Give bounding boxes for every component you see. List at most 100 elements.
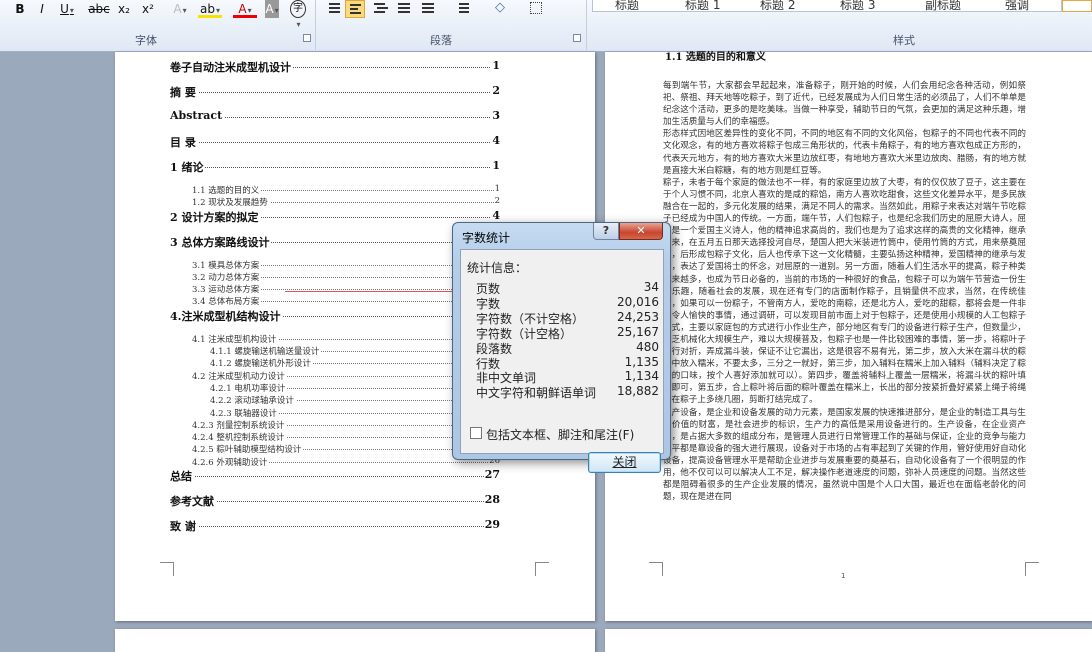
toc-entry[interactable]: 4.2.2 滚动球轴承设计15 xyxy=(170,394,500,407)
align-right-button[interactable] xyxy=(370,0,390,18)
toc-entry-text: 4.2.1 电机功率设计 xyxy=(210,381,288,394)
toc-entry[interactable]: 4.2.3 剂量控制系统设计18 xyxy=(170,418,500,431)
toc-entry[interactable]: 4.2.5 粽叶辅助模型结构设计24 xyxy=(170,443,500,456)
toc-entry-text: 参考文献 xyxy=(170,493,216,510)
style-item[interactable]: 标题 xyxy=(615,0,639,12)
highlight-button[interactable]: ab xyxy=(198,0,222,18)
style-item[interactable]: 标题 3 xyxy=(840,0,875,12)
ribbon-separator xyxy=(315,0,316,50)
toc-entry[interactable]: 1.1 选题的目的义 1 xyxy=(170,184,500,196)
stat-row: 页数 34 xyxy=(476,280,665,296)
body-paragraph: 生产设备，是企业和设备发展的动力元素，是国家发展的快速推进部分，是企业的制造工具… xyxy=(663,407,1026,503)
toc-entry[interactable]: 致 谢 29 xyxy=(170,518,500,543)
underline-button[interactable]: U xyxy=(55,0,79,18)
toc-entry-text: 4.2.6 外观辅助设计 xyxy=(192,455,270,468)
style-item[interactable]: 标题 2 xyxy=(760,0,795,12)
dialog-title: 字数统计 xyxy=(462,231,511,245)
toc-entry[interactable]: 4.1.1 螺旋输送机输送量设计8 xyxy=(170,345,500,358)
body-paragraph: 粽子，未者于每个家庭的做法也不一样，有的家庭里边放了大枣，有的仅仅放了豆子，这主… xyxy=(663,177,1026,406)
help-button[interactable]: ? xyxy=(593,223,619,240)
stat-value: 480 xyxy=(636,339,659,354)
page-right-next[interactable] xyxy=(605,629,1092,652)
toc-entry[interactable]: 卷子自动注米成型机设计 1 xyxy=(170,59,500,84)
toc-entry[interactable]: 4.2 注米成型机动力设计12 xyxy=(170,369,500,382)
toc-entry[interactable]: 3 总体方案路线设计4 xyxy=(170,233,500,259)
toc-entry-page: 4 xyxy=(491,134,500,147)
distributed-button[interactable] xyxy=(418,0,438,18)
borders-button[interactable] xyxy=(527,0,549,18)
section-heading: 1.1 选题的目的和意义 xyxy=(665,52,766,63)
style-item[interactable]: 副标题 xyxy=(925,0,961,12)
toc-entry[interactable]: 目 录 4 xyxy=(170,134,500,159)
toc-entry-text: 4.注米成型机结构设计 xyxy=(170,307,283,324)
toc-entry[interactable]: 4.1.2 螺旋输送机外形设计10 xyxy=(170,357,500,370)
styles-gallery[interactable] xyxy=(592,0,1062,12)
enclose-char-button[interactable]: 字 xyxy=(290,0,306,18)
toc-entry-text: 1.2 现状及发展趋势 xyxy=(192,196,270,209)
toc-entry-page: 3 xyxy=(491,109,500,122)
toc-entry[interactable]: 4.2.1 电机功率设计13 xyxy=(170,381,500,394)
toc-leader xyxy=(170,476,500,478)
toc-entry[interactable]: 3.1 模具总体方案4 xyxy=(170,258,500,271)
toc-entry[interactable]: 摘 要 2 xyxy=(170,84,500,109)
toc-entry[interactable]: Abstract 3 xyxy=(170,109,500,134)
justify-button[interactable] xyxy=(394,0,414,18)
toc-entry-page: 1 xyxy=(491,59,500,72)
toc-entry[interactable]: 参考文献 28 xyxy=(170,493,500,518)
style-item[interactable]: 强调 xyxy=(1005,0,1029,12)
line-spacing-button[interactable] xyxy=(452,0,472,18)
strikethrough-button[interactable]: abc xyxy=(87,0,111,18)
toc-entry[interactable]: 1 绪论 1 xyxy=(170,159,500,184)
toc-entry[interactable]: 3.4 总体布局方案5 xyxy=(170,295,500,308)
toc-entry-text: 4.2.3 剂量控制系统设计 xyxy=(192,418,287,431)
page-left-next[interactable] xyxy=(115,629,595,652)
align-justify-small-button[interactable] xyxy=(325,0,345,18)
include-textboxes-label[interactable]: 包括文本框、脚注和尾注(F) xyxy=(486,426,634,443)
paint-bucket-icon: ◇ xyxy=(495,0,505,15)
toc-entry-text: 3 总体方案路线设计 xyxy=(170,233,272,250)
toc-entry[interactable]: 3.3 运动总体方案4 xyxy=(170,283,500,296)
bold-button[interactable]: B xyxy=(8,0,32,18)
toc-entry[interactable]: 4.2.3 联轴器设计16 xyxy=(170,406,500,419)
stat-value: 1,135 xyxy=(624,354,659,369)
stat-row: 段落数 480 xyxy=(476,339,665,356)
char-shading-button[interactable]: A xyxy=(265,0,279,18)
font-color-button[interactable]: A xyxy=(233,0,257,18)
toc-entry[interactable]: 3.2 动力总体方案4 xyxy=(170,270,500,283)
toc-entry-page: 29 xyxy=(483,518,500,532)
toc-entry-page: 2 xyxy=(493,196,500,207)
style-item[interactable]: 标题 1 xyxy=(685,0,720,12)
align-left-button[interactable] xyxy=(345,0,365,18)
close-icon[interactable]: ✕ xyxy=(619,223,663,240)
subscript-button[interactable]: x₂ xyxy=(112,0,136,18)
styles-more-button[interactable] xyxy=(1062,0,1092,12)
toc-entry-text: 3.2 动力总体方案 xyxy=(192,270,262,283)
toc-entry-text: 3.1 模具总体方案 xyxy=(192,258,262,271)
paragraph-group-label: 段落 xyxy=(430,34,452,47)
paragraph-dialog-launcher[interactable] xyxy=(573,34,581,42)
toc-entry-text: 4.2.3 联轴器设计 xyxy=(210,406,279,419)
close-button[interactable]: 关闭 xyxy=(588,452,661,473)
superscript-button[interactable]: x² xyxy=(136,0,160,18)
include-textboxes-checkbox[interactable] xyxy=(470,427,482,439)
toc-entry[interactable]: 2 设计方案的拟定 4 xyxy=(170,208,500,234)
page-number: 1 xyxy=(841,572,846,580)
font-dialog-launcher[interactable] xyxy=(303,34,311,42)
stat-label: 中文字符和朝鲜语单词 xyxy=(476,386,597,401)
toc-entry[interactable]: 4.1 注米成型机构设计6 xyxy=(170,332,500,345)
toc-entry-text: 4.1.1 螺旋输送机输送量设计 xyxy=(210,345,322,358)
table-of-contents: 卷子自动注米成型机设计 1 摘 要 2 Abstract 3 目 录41 绪论 1 1.1 选题… xyxy=(170,59,500,543)
toc-entry[interactable]: 4.注米成型机结构设计6 xyxy=(170,307,500,333)
shading-button[interactable]: ◇ xyxy=(492,0,514,18)
stat-value: 25,167 xyxy=(617,324,659,339)
text-effect-button[interactable]: A xyxy=(168,0,192,18)
ribbon: BIUabcx₂x²AabAA字 ◇ 标题标题 1标题 2标题 3副标题强调正文… xyxy=(0,0,1092,52)
stat-row: 字符数（不计空格） 24,253 xyxy=(476,310,665,326)
toc-entry[interactable]: 4.2.4 整机控制系统设计22 xyxy=(170,431,500,444)
toc-entry[interactable]: 总结 27 xyxy=(170,468,500,493)
toc-entry[interactable]: 1.2 现状及发展趋势 2 xyxy=(170,196,500,209)
toc-entry[interactable]: 4.2.6 外观辅助设计 26 xyxy=(170,455,500,468)
italic-button[interactable]: I xyxy=(30,0,54,18)
toc-entry-text: 4.2.4 整机控制系统设计 xyxy=(192,431,287,444)
toc-entry-text: Abstract xyxy=(170,109,225,122)
